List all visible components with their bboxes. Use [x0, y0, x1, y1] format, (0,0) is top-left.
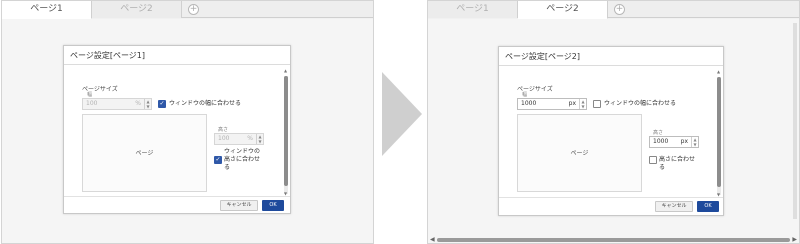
tab-bar: ページ1 ページ2 +: [2, 1, 373, 19]
page-settings-dialog: ページ設定[ページ1] ページサイズ 幅 100 % ▲ ▼ ✓ ウィンドウの幅に…: [63, 45, 291, 214]
title-divider: [64, 64, 290, 65]
tab-page1[interactable]: ページ1: [2, 1, 92, 19]
scroll-right-icon[interactable]: ▶: [792, 236, 797, 243]
fit-width-checkbox[interactable]: ✓: [158, 100, 166, 108]
arrow-right-icon: [382, 72, 422, 156]
width-unit: px: [568, 100, 576, 107]
page-preview: ページ: [517, 114, 642, 192]
width-value: 100: [86, 100, 98, 107]
fit-height-label-line1: ウィンドウの: [224, 148, 261, 155]
page-preview: ページ: [82, 114, 207, 192]
ok-button[interactable]: OK: [697, 201, 719, 212]
width-value: 1000: [521, 100, 537, 107]
window-vertical-scrollbar[interactable]: [793, 23, 797, 219]
fit-height-label-line1: 高さに合わせ: [659, 156, 696, 163]
tab-page2[interactable]: ページ2: [92, 1, 182, 18]
cancel-button[interactable]: キャンセル: [220, 200, 258, 211]
width-unit: %: [135, 100, 141, 107]
ok-button[interactable]: OK: [262, 200, 284, 211]
fit-height-checkbox[interactable]: ✓: [214, 156, 222, 164]
fit-height-label-line2: 高さに合わせ: [224, 156, 261, 163]
footer-divider: [499, 197, 723, 198]
width-input[interactable]: 100 % ▲ ▼: [82, 98, 152, 110]
tab-page2[interactable]: ページ2: [518, 1, 608, 19]
fit-width-label: ウィンドウの幅に合わせる: [169, 100, 242, 107]
width-label: 幅: [87, 92, 93, 98]
fit-width-label: ウィンドウの幅に合わせる: [604, 100, 677, 107]
dialog-title: ページ設定[ページ2]: [505, 52, 581, 61]
editor-window-before: ページ1 ページ2 + ページ設定[ページ1] ページサイズ 幅 100 % ▲…: [1, 0, 374, 244]
scroll-up-icon[interactable]: ▲: [284, 68, 287, 73]
dialog-scrollbar-thumb[interactable]: [284, 76, 288, 186]
height-value: 100: [218, 135, 230, 142]
width-stepper[interactable]: ▲ ▼: [579, 99, 586, 109]
page-settings-dialog: ページ設定[ページ2] ページサイズ 幅 1000 px ▲ ▼ ウィンドウの幅に…: [498, 46, 724, 216]
width-label: 幅: [522, 92, 528, 98]
fit-height-label-line2: る: [659, 164, 666, 171]
fit-height-label-line3: る: [224, 164, 231, 171]
height-stepper[interactable]: ▲ ▼: [256, 134, 263, 144]
window-horizontal-scrollbar[interactable]: [437, 238, 790, 242]
height-stepper[interactable]: ▲ ▼: [691, 137, 698, 147]
height-value: 1000: [653, 138, 669, 145]
height-input[interactable]: 100 % ▲ ▼: [214, 133, 264, 145]
scroll-up-icon[interactable]: ▲: [717, 69, 720, 74]
height-label: 高さ: [653, 130, 664, 136]
dialog-title: ページ設定[ページ1]: [70, 51, 146, 60]
height-input[interactable]: 1000 px ▲ ▼: [649, 136, 699, 148]
height-label: 高さ: [218, 127, 229, 133]
plus-circle-icon[interactable]: +: [614, 4, 625, 15]
workspace: ページ設定[ページ1] ページサイズ 幅 100 % ▲ ▼ ✓ ウィンドウの幅に…: [2, 19, 373, 243]
footer-divider: [64, 196, 290, 197]
scroll-left-icon[interactable]: ◀: [430, 236, 435, 243]
fit-width-checkbox[interactable]: [593, 100, 601, 108]
dialog-scrollbar-thumb[interactable]: [717, 77, 721, 187]
workspace: ページ設定[ページ2] ページサイズ 幅 1000 px ▲ ▼ ウィンドウの幅に…: [428, 19, 799, 243]
height-unit: px: [680, 138, 688, 145]
plus-circle-icon[interactable]: +: [188, 4, 199, 15]
tab-bar: ページ1 ページ2 +: [428, 1, 799, 19]
width-stepper[interactable]: ▲ ▼: [144, 99, 151, 109]
height-unit: %: [247, 135, 253, 142]
tab-page1[interactable]: ページ1: [428, 1, 518, 18]
editor-window-after: ページ1 ページ2 + ページ設定[ページ2] ページサイズ 幅 1000 px…: [427, 0, 800, 244]
title-divider: [499, 65, 723, 66]
cancel-button[interactable]: キャンセル: [655, 201, 693, 212]
fit-height-checkbox[interactable]: [649, 156, 657, 164]
width-input[interactable]: 1000 px ▲ ▼: [517, 98, 587, 110]
